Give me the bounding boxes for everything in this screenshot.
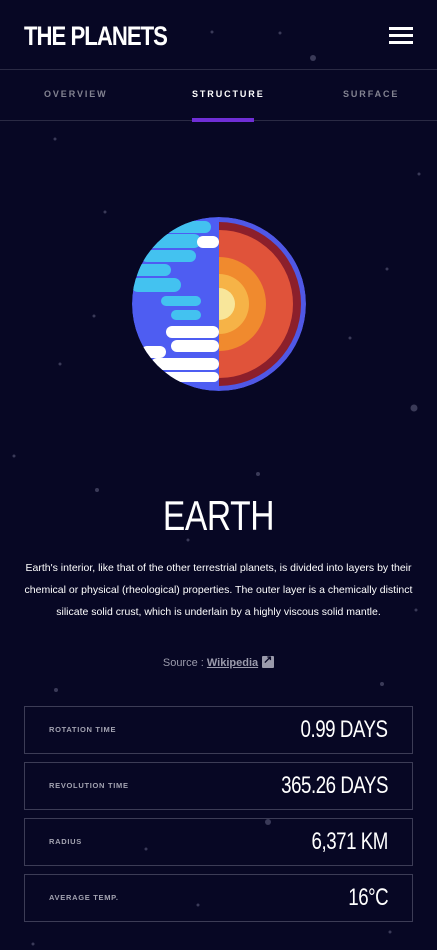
tab-structure[interactable]: STRUCTURE bbox=[192, 70, 263, 122]
source-prefix: Source : bbox=[162, 657, 207, 669]
stat-label: REVOLUTION TIME bbox=[49, 781, 129, 790]
stat-value: 0.99 DAYS bbox=[300, 716, 388, 743]
stat-average-temp: AVERAGE TEMP. 16°C bbox=[24, 874, 413, 922]
site-logo[interactable]: THE PLANETS bbox=[24, 20, 168, 52]
source-line: Source : Wikipedia bbox=[0, 653, 437, 669]
wikipedia-link[interactable]: Wikipedia bbox=[207, 657, 258, 669]
planet-view-tabs: OVERVIEW STRUCTURE SURFACE bbox=[0, 70, 437, 122]
stat-value: 365.26 DAYS bbox=[281, 772, 388, 799]
stat-revolution-time: REVOLUTION TIME 365.26 DAYS bbox=[24, 762, 413, 810]
stat-label: AVERAGE TEMP. bbox=[49, 893, 119, 902]
planet-description: Earth's interior, like that of the other… bbox=[24, 562, 413, 618]
hamburger-menu-icon[interactable] bbox=[389, 27, 413, 44]
stat-rotation-time: ROTATION TIME 0.99 DAYS bbox=[24, 706, 413, 754]
earth-internal-structure-image bbox=[132, 217, 306, 391]
tab-surface[interactable]: SURFACE bbox=[343, 70, 397, 121]
stat-label: ROTATION TIME bbox=[49, 725, 117, 734]
tab-overview[interactable]: OVERVIEW bbox=[44, 70, 106, 121]
stat-value: 16°C bbox=[348, 884, 388, 911]
external-link-icon[interactable] bbox=[262, 653, 275, 668]
site-header: THE PLANETS bbox=[0, 0, 437, 70]
stat-radius: RADIUS 6,371 KM bbox=[24, 818, 413, 866]
stat-value: 6,371 KM bbox=[311, 828, 389, 855]
planet-name: EARTH bbox=[162, 492, 275, 539]
stat-label: RADIUS bbox=[49, 837, 82, 846]
